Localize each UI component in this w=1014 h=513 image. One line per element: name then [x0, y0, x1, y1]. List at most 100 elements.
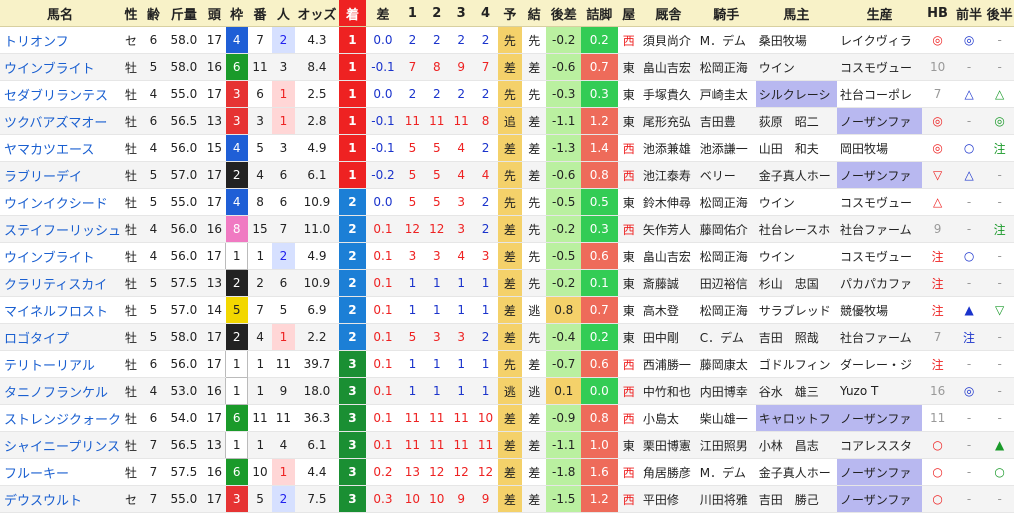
table-row: クラリティスカイ牡 5 57.5 13 2 2 6 10.9 2 0.1 1 1 1 1 差先 -0.2 0.1… — [0, 269, 1014, 297]
cell-sp: 1.6 — [581, 458, 618, 486]
col-header[interactable]: 後差 — [546, 0, 581, 27]
col-header[interactable]: 枠 — [225, 0, 248, 27]
cell-owner: シルクレーシ — [755, 80, 837, 108]
cell-odds: 10.9 — [294, 188, 340, 216]
col-header[interactable]: 前半 — [952, 0, 986, 27]
cell-age: 6 — [142, 26, 165, 54]
cell-age: 5 — [142, 188, 165, 216]
horse-name-link[interactable]: ウインブライト — [0, 242, 120, 270]
cell-ketsu: 逃 — [522, 377, 547, 405]
cell-p4: 2 — [473, 26, 498, 54]
col-header[interactable]: 厩舎 — [639, 0, 697, 27]
horse-name-link[interactable]: マイネルフロスト — [0, 296, 120, 324]
col-header[interactable]: 詰脚 — [581, 0, 618, 27]
cell-yo: 差 — [497, 323, 523, 351]
col-header[interactable]: オッズ — [294, 0, 340, 27]
horse-name-link[interactable]: ロゴタイプ — [0, 323, 120, 351]
col-header[interactable]: 頭 — [203, 0, 226, 27]
cell-p1: 10 — [400, 485, 425, 513]
col-header[interactable]: 結 — [522, 0, 547, 27]
col-header[interactable]: 屋 — [617, 0, 640, 27]
cell-trainer: 尾形充弘 — [639, 107, 697, 135]
table-row: マイネルフロスト牡 5 57.0 14 5 7 5 6.9 2 0.1 1 1 1 1 差逃 0.8 0.7 東高… — [0, 296, 1014, 324]
col-header[interactable]: 予 — [497, 0, 523, 27]
cell-late: -0.2 — [546, 269, 581, 297]
col-header[interactable]: 生産 — [837, 0, 923, 27]
cell-diff: 0.1 — [365, 296, 401, 324]
col-header[interactable]: 騎手 — [696, 0, 756, 27]
horse-name-link[interactable]: ウインイクシード — [0, 188, 120, 216]
cell-owner: キャロットフ — [755, 404, 837, 432]
cell-owner: 荻原 昭二 — [755, 107, 837, 135]
cell-chaku: 1 — [339, 26, 366, 54]
cell-breeder: 競優牧場 — [837, 296, 923, 324]
col-header[interactable]: 4 — [473, 0, 498, 27]
cell-zen: △ — [952, 80, 986, 108]
col-header[interactable]: 3 — [448, 0, 474, 27]
cell-zen: - — [952, 431, 986, 459]
cell-diff: 0.3 — [365, 485, 401, 513]
col-header[interactable]: 1 — [400, 0, 425, 27]
cell-p2: 11 — [424, 431, 449, 459]
cell-odds: 4.4 — [294, 458, 340, 486]
cell-jockey: М．デム — [696, 26, 756, 54]
col-header[interactable]: 差 — [365, 0, 401, 27]
cell-sex: 牡 — [119, 80, 143, 108]
cell-stable: 東 — [617, 431, 640, 459]
cell-ketsu: 差 — [522, 404, 547, 432]
col-header[interactable]: 齢 — [142, 0, 165, 27]
cell-diff: 0.1 — [365, 404, 401, 432]
horse-name-link[interactable]: セダブリランテス — [0, 80, 120, 108]
horse-name-link[interactable]: クラリティスカイ — [0, 269, 120, 297]
horse-name-link[interactable]: ヤマカツエース — [0, 134, 120, 162]
col-header-chaku[interactable]: 着 — [339, 0, 366, 27]
horse-name-link[interactable]: シャイニープリンス — [0, 431, 120, 459]
cell-ketsu: 差 — [522, 53, 547, 81]
cell-odds: 11.0 — [294, 215, 340, 243]
cell-kou: - — [985, 242, 1014, 270]
horse-name-link[interactable]: ラブリーデイ — [0, 161, 120, 189]
horse-name-link[interactable]: ステイフーリッシュ — [0, 215, 120, 243]
cell-odds: 2.2 — [294, 323, 340, 351]
cell-breeder: ノーザンファ — [837, 485, 923, 513]
horse-name-link[interactable]: ウインブライト — [0, 53, 120, 81]
cell-stable: 西 — [617, 26, 640, 54]
cell-p4: 2 — [473, 80, 498, 108]
cell-zen: - — [952, 269, 986, 297]
col-header[interactable]: 2 — [424, 0, 449, 27]
col-header[interactable]: 性 — [119, 0, 143, 27]
horse-name-link[interactable]: トリオンフ — [0, 26, 120, 54]
cell-kou: - — [985, 404, 1014, 432]
cell-breeder: 社台ファーム — [837, 323, 923, 351]
horse-name-link[interactable]: ツクバアズマオー — [0, 107, 120, 135]
cell-breeder: コスモヴュー — [837, 242, 923, 270]
col-header[interactable]: 番 — [247, 0, 273, 27]
col-header[interactable]: 後半 — [985, 0, 1014, 27]
cell-diff: 0.1 — [365, 242, 401, 270]
horse-name-link[interactable]: テリトーリアル — [0, 350, 120, 378]
cell-diff: 0.0 — [365, 26, 401, 54]
cell-trainer: 田中剛 — [639, 323, 697, 351]
col-header[interactable]: 斤量 — [164, 0, 204, 27]
cell-ban: 1 — [247, 431, 273, 459]
cell-p1: 5 — [400, 161, 425, 189]
horse-name-link[interactable]: フルーキー — [0, 458, 120, 486]
cell-diff: 0.1 — [365, 377, 401, 405]
horse-name-link[interactable]: ストレンジクォーク — [0, 404, 120, 432]
col-header[interactable]: 馬名 — [0, 0, 120, 27]
cell-late: -1.8 — [546, 458, 581, 486]
cell-weight: 57.5 — [164, 269, 204, 297]
horse-name-link[interactable]: デウスウルト — [0, 485, 120, 513]
horse-name-link[interactable]: タニノフランケル — [0, 377, 120, 405]
col-header[interactable]: 馬主 — [755, 0, 837, 27]
cell-p4: 10 — [473, 404, 498, 432]
col-header[interactable]: 人 — [272, 0, 295, 27]
cell-stable: 西 — [617, 215, 640, 243]
cell-p2: 1 — [424, 269, 449, 297]
col-header[interactable]: HB — [922, 0, 953, 27]
cell-sex: 牡 — [119, 404, 143, 432]
cell-stable: 西 — [617, 161, 640, 189]
cell-jockey: 松岡正海 — [696, 188, 756, 216]
cell-pop: 3 — [272, 134, 295, 162]
cell-stable: 東 — [617, 296, 640, 324]
